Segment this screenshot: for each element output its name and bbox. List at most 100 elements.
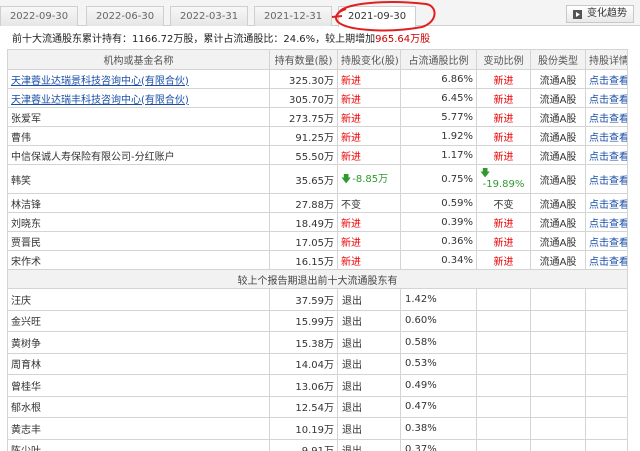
change-pct: 新进 — [476, 69, 531, 89]
share-type: 流通A股 — [530, 164, 586, 194]
empty-cell — [476, 288, 531, 311]
holder-name[interactable]: 天津蓉业达瑞丰科技咨询中心(有限合伙) — [7, 88, 270, 108]
float-ratio: 0.58% — [400, 331, 477, 354]
change-pct: 不变 — [476, 193, 531, 213]
holding-qty: 15.99万 — [269, 309, 338, 332]
float-ratio: 0.49% — [400, 374, 477, 397]
col-header-name: 机构或基金名称 — [7, 49, 270, 70]
holding-change: 新进 — [337, 107, 401, 127]
detail-link[interactable]: 点击查看 — [585, 107, 628, 127]
holding-qty: 91.25万 — [269, 126, 338, 146]
summary-increase: 965.64万股 — [375, 34, 431, 45]
holder-name: 汪庆 — [7, 288, 270, 311]
float-ratio: 0.38% — [400, 417, 477, 440]
float-ratio: 6.86% — [400, 69, 477, 89]
detail-link[interactable]: 点击查看 — [585, 145, 628, 165]
table-row: 天津蓉业达瑞丰科技咨询中心(有限合伙) 305.70万 新进 6.45% 新进 流通A股点… — [7, 88, 628, 108]
float-ratio: 0.36% — [400, 231, 477, 251]
empty-cell — [476, 352, 531, 375]
holding-change: 退出 — [337, 352, 401, 375]
holding-qty: 9.91万 — [269, 438, 338, 451]
table-header: 机构或基金名称 持有数量(股) 持股变化(股) 占流通股比例 变动比例 股份类型… — [7, 49, 628, 70]
holder-name: 曾桂华 — [7, 374, 270, 397]
share-type: 流通A股 — [530, 212, 586, 232]
change-pct: 新进 — [476, 250, 531, 270]
summary-text: 前十大流通股东累计持有：1166.72万股，累计占流通股比：24.6%，较上期增… — [12, 34, 376, 45]
holding-change-value: 新进 — [341, 113, 361, 125]
tab-2021-12-31[interactable]: 2021-12-31 — [254, 6, 332, 26]
holding-change: 退出 — [337, 438, 401, 451]
holding-change: 新进 — [337, 250, 401, 270]
trend-button[interactable]: 变化趋势 — [566, 5, 634, 23]
detail-link[interactable]: 点击查看 — [585, 193, 628, 213]
change-pct-value: 新进 — [493, 218, 514, 230]
exited-row: 曾桂华 13.06万 退出 0.49% — [7, 374, 628, 397]
empty-cell — [530, 417, 586, 440]
period-tabs: 2022-09-30 2022-06-30 2022-03-31 2021-12… — [0, 0, 640, 27]
share-type: 流通A股 — [530, 231, 586, 251]
exited-row: 陈少叶9.91万退出0.37% — [7, 438, 628, 451]
col-header-change-pct: 变动比例 — [476, 49, 531, 70]
holding-qty: 325.30万 — [269, 69, 338, 89]
tab-2022-09-30[interactable]: 2022-09-30 — [0, 6, 78, 26]
holder-name[interactable]: 天津蓉业达瑞景科技咨询中心(有限合伙) — [7, 69, 270, 89]
exited-row: 金兴旺 15.99万 退出 0.60% — [7, 309, 628, 332]
empty-cell — [476, 438, 531, 451]
change-pct: 新进 — [476, 212, 531, 232]
change-pct: 新进 — [476, 88, 531, 108]
exited-row: 汪庆 37.59万 退出 1.42% — [7, 288, 628, 311]
float-ratio: 1.92% — [400, 126, 477, 146]
col-header-detail: 持股详情 — [585, 49, 628, 70]
holding-change-value: 新进 — [341, 151, 361, 163]
detail-link[interactable]: 点击查看 — [585, 126, 628, 146]
holding-change: 退出 — [337, 374, 401, 397]
summary-line: 前十大流通股东累计持有：1166.72万股，累计占流通股比：24.6%，较上期增… — [12, 30, 431, 45]
detail-link[interactable]: 点击查看 — [585, 212, 628, 232]
holding-change: 退出 — [337, 395, 401, 418]
holding-qty: 15.38万 — [269, 331, 338, 354]
holder-name: 周育林 — [7, 352, 270, 375]
table-row: 刘晓东 18.49万 新进 0.39% 新进 流通A股 点击查看 — [7, 212, 628, 232]
holding-change: 退出 — [337, 288, 401, 311]
change-pct-value: 新进 — [493, 132, 514, 144]
holding-qty: 10.19万 — [269, 417, 338, 440]
shareholders-table: 机构或基金名称 持有数量(股) 持股变化(股) 占流通股比例 变动比例 股份类型… — [7, 49, 628, 451]
change-pct-value: 不变 — [493, 199, 514, 211]
holding-change-value: 新进 — [341, 237, 361, 249]
play-icon — [573, 10, 582, 19]
tab-2022-06-30[interactable]: 2022-06-30 — [86, 6, 164, 26]
float-ratio: 0.34% — [400, 250, 477, 270]
float-ratio: 0.75% — [400, 164, 477, 194]
change-pct: 新进 — [476, 126, 531, 146]
float-ratio: 0.37% — [400, 438, 477, 451]
empty-cell — [476, 331, 531, 354]
empty-cell — [585, 309, 628, 332]
table-row: 宋作术 16.15万 新进 0.34% 新进 流通A股 点击查看 — [7, 250, 628, 270]
holding-change: 新进 — [337, 88, 401, 108]
table-row: 韩笑 35.65万 🡇-8.85万 0.75% 🡇 -19.89% 流通A股 点击查看 — [7, 164, 628, 194]
detail-link[interactable]: 点击查看 — [585, 250, 628, 270]
holder-name: 黄树争 — [7, 331, 270, 354]
holder-name: 张爱军 — [7, 107, 270, 127]
holder-name: 黄志丰 — [7, 417, 270, 440]
float-ratio: 0.53% — [400, 352, 477, 375]
table-row: 张爱军 273.75万 新进 5.77% 新进 流通A股 点击查看 — [7, 107, 628, 127]
float-ratio: 5.77% — [400, 107, 477, 127]
detail-link[interactable]: 点击查看 — [585, 231, 628, 251]
share-type: 流通A股 — [530, 193, 586, 213]
detail-link[interactable]: 点击查看 — [585, 88, 628, 108]
tab-2022-03-31[interactable]: 2022-03-31 — [170, 6, 248, 26]
holding-change: 退出 — [337, 417, 401, 440]
empty-cell — [585, 395, 628, 418]
empty-cell — [585, 352, 628, 375]
exited-title: 较上个报告期退出前十大流通股东有 — [7, 269, 628, 289]
holding-qty: 17.05万 — [269, 231, 338, 251]
share-type: 流通A股 — [530, 250, 586, 270]
exited-row: 周育林 14.04万 退出 0.53% — [7, 352, 628, 375]
tab-2021-09-30[interactable]: 2021-09-30 — [338, 6, 416, 27]
empty-cell — [585, 331, 628, 354]
detail-link[interactable]: 点击查看 — [585, 69, 628, 89]
holding-change-value: 新进 — [341, 218, 361, 230]
detail-link[interactable]: 点击查看 — [585, 164, 628, 194]
empty-cell — [585, 374, 628, 397]
